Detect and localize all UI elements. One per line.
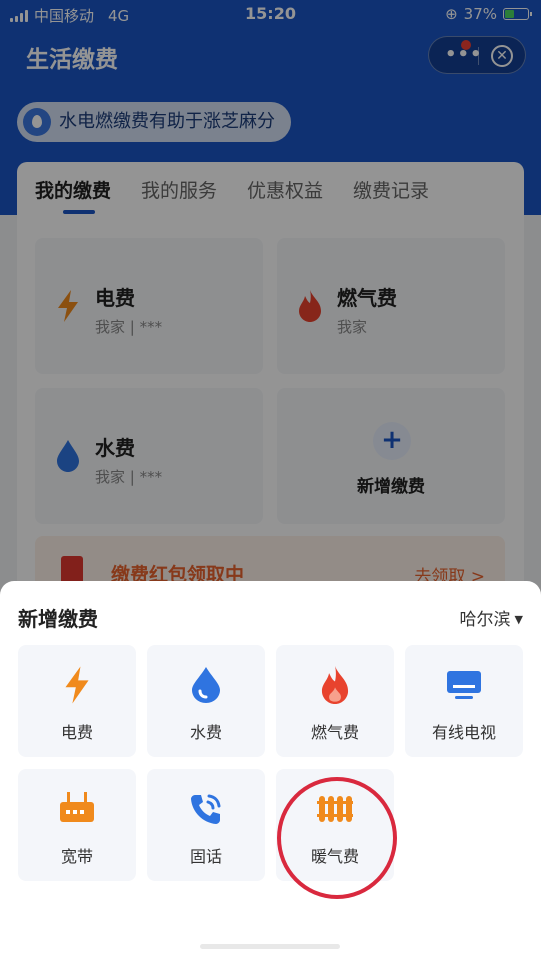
tv-icon — [405, 665, 523, 705]
city-name: 哈尔滨 — [459, 610, 511, 630]
lightning-icon — [18, 665, 136, 705]
sheet-item-label: 燃气费 — [310, 723, 359, 742]
sheet-item-label: 宽带 — [60, 847, 93, 866]
home-indicator — [200, 944, 340, 949]
sheet-item-electric[interactable]: 电费 — [18, 645, 136, 757]
sheet-item-landline[interactable]: 固话 — [147, 769, 265, 881]
sheet-item-cable-tv[interactable]: 有线电视 — [405, 645, 523, 757]
highlight-circle — [277, 777, 397, 899]
sheet-item-label: 有线电视 — [431, 723, 496, 742]
sheet-item-label: 电费 — [60, 723, 93, 742]
sheet-title: 新增缴费 — [18, 607, 98, 631]
sheet-item-water[interactable]: 水费 — [147, 645, 265, 757]
flame-icon — [276, 665, 394, 705]
city-selector[interactable]: 哈尔滨 ▼ — [460, 605, 523, 630]
add-bill-sheet: 新增缴费 哈尔滨 ▼ 电费 水费 燃气费 有线电视 宽带 固话 暖气费 — [0, 581, 541, 960]
sheet-item-label: 固话 — [189, 847, 222, 866]
sheet-item-gas[interactable]: 燃气费 — [276, 645, 394, 757]
router-icon — [18, 789, 136, 829]
sheet-item-broadband[interactable]: 宽带 — [18, 769, 136, 881]
water-drop-icon — [147, 665, 265, 705]
caret-down-icon: ▼ — [514, 613, 523, 626]
phone-icon — [147, 789, 265, 829]
sheet-item-label: 水费 — [189, 723, 222, 742]
